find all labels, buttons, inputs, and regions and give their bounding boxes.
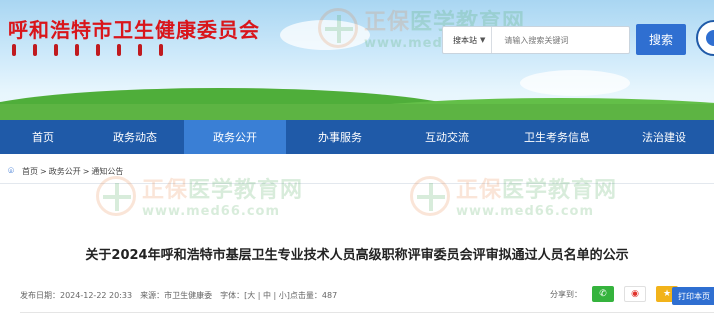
source-label: 来源： [140,291,165,300]
breadcrumb-notices[interactable]: 通知公告 [91,166,123,177]
breadcrumb-home[interactable]: 首页 [22,166,38,177]
wechat-icon[interactable]: ✆ [592,286,614,302]
search-input[interactable] [492,35,613,45]
location-pin-icon: ⌾ [8,165,14,177]
source: 市卫生健康委 [164,291,213,300]
search-scope-label: 搜本站 [453,35,477,45]
search-button[interactable]: 搜索 [636,24,686,55]
divider [20,312,714,313]
print-button[interactable]: 打印本页 [672,287,714,305]
mongolian-script-logo [12,44,212,58]
share-label: 分享到： [550,289,582,299]
main-nav: 首页 政务动态 政务公开 办事服务 互动交流 卫生考务信息 法治建设 [0,120,714,154]
view-count: 487 [321,291,338,300]
search-scope-select[interactable]: 搜本站 ▼ [443,27,493,53]
nav-item-rule-of-law[interactable]: 法治建设 [614,120,714,154]
nav-item-exam-info[interactable]: 卫生考务信息 [500,120,614,154]
nav-item-open-government[interactable]: 政务公开 [184,120,286,154]
breadcrumb: ⌾ 首页 > 政务公开 > 通知公告 [0,160,714,182]
search-box: 搜本站 ▼ [442,26,630,54]
breadcrumb-separator: > [82,166,90,176]
font-size-control[interactable]: [大 | 中 | 小] [244,291,290,300]
nav-item-home[interactable]: 首页 [0,120,86,154]
article-meta: 发布日期：2024-12-22 20:33 来源：市卫生健康委 字体：[大 | … [20,290,337,301]
nav-item-services[interactable]: 办事服务 [286,120,394,154]
breadcrumb-open-government[interactable]: 政务公开 [49,166,81,177]
site-title[interactable]: 呼和浩特市卫生健康委员会 [8,14,260,43]
nav-item-interaction[interactable]: 互动交流 [394,120,500,154]
share-bar: 分享到： ✆ ◉ ★ [550,286,678,302]
nav-item-news[interactable]: 政务动态 [86,120,184,154]
publish-date-label: 发布日期： [20,291,60,300]
article-title: 关于2024年呼和浩特市基层卫生专业技术人员高级职称评审委员会评审拟通过人员名单… [85,248,629,263]
weibo-icon[interactable]: ◉ [624,286,646,302]
chevron-down-icon: ▼ [480,36,486,44]
views-label: 点击量： [289,291,322,300]
divider [0,183,714,184]
font-size-label: 字体： [220,291,245,300]
breadcrumb-separator: > [40,166,47,176]
publish-date: 2024-12-22 20:33 [60,291,133,300]
